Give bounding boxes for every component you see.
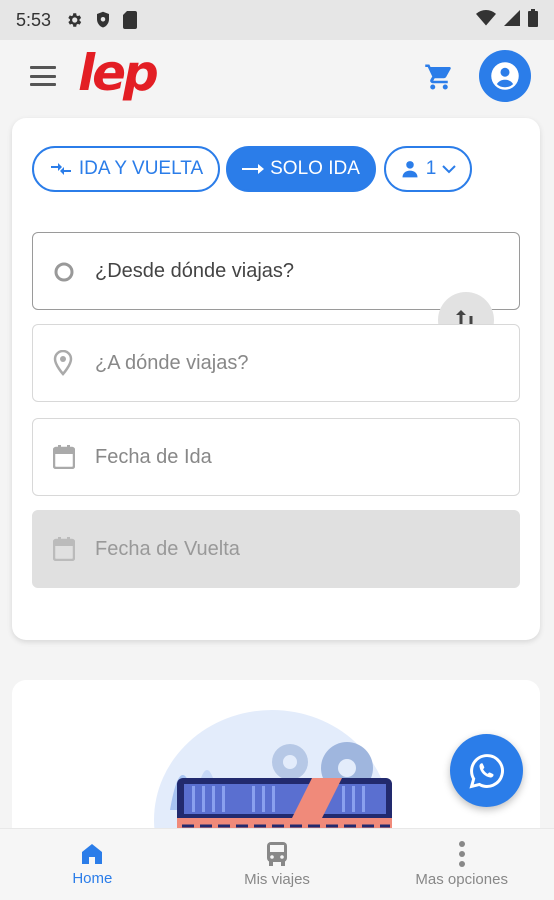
- radio-circle-icon: [53, 261, 75, 289]
- account-button[interactable]: [479, 50, 531, 102]
- origin-placeholder: ¿Desde dónde viajas?: [95, 259, 295, 282]
- nav-my-trips-label: Mis viajes: [244, 871, 310, 888]
- nav-home-label: Home: [72, 870, 113, 887]
- return-date-field: Fecha de Vuelta: [32, 510, 520, 588]
- departure-date-field[interactable]: Fecha de Ida: [32, 418, 520, 496]
- one-way-toggle[interactable]: SOLO IDA: [226, 146, 376, 192]
- passengers-count: 1: [425, 158, 437, 179]
- destination-field[interactable]: ¿A dónde viajas?: [32, 324, 520, 402]
- home-icon: [82, 844, 103, 864]
- nav-home[interactable]: Home: [0, 829, 185, 900]
- app-header: lep: [0, 40, 554, 116]
- swap-horizontal-icon: [50, 163, 71, 175]
- signal-icon: [504, 9, 520, 31]
- passengers-selector[interactable]: 1: [384, 146, 472, 192]
- nav-my-trips[interactable]: Mis viajes: [185, 829, 370, 900]
- bottom-navigation: Home Mis viajes Mas opciones: [0, 828, 554, 900]
- whatsapp-icon: [468, 753, 504, 789]
- person-icon: [402, 161, 418, 178]
- whatsapp-button[interactable]: [450, 734, 523, 807]
- calendar-icon: [52, 445, 76, 475]
- round-trip-label: IDA Y VUELTA: [78, 158, 204, 179]
- departure-date-placeholder: Fecha de Ida: [95, 445, 212, 468]
- lep-logo: lep: [78, 44, 159, 102]
- search-card: IDA Y VUELTA SOLO IDA 1 ¿Desde dónde via…: [12, 118, 540, 640]
- shield-icon: [95, 11, 111, 29]
- bus-icon: [267, 842, 287, 866]
- wifi-icon: [476, 9, 496, 31]
- destination-placeholder: ¿A dónde viajas?: [95, 351, 249, 374]
- arrow-right-icon: [242, 164, 265, 174]
- round-trip-toggle[interactable]: IDA Y VUELTA: [32, 146, 220, 192]
- location-pin-icon: [53, 349, 73, 382]
- status-time: 5:53: [16, 9, 52, 30]
- status-bar: 5:53: [0, 0, 554, 40]
- nav-more-options-label: Mas opciones: [415, 871, 508, 888]
- sim-card-icon: [123, 11, 138, 29]
- calendar-icon: [52, 537, 76, 567]
- return-date-placeholder: Fecha de Vuelta: [95, 537, 240, 560]
- menu-icon[interactable]: [30, 66, 56, 86]
- chevron-down-icon: [442, 165, 456, 174]
- more-vertical-icon: [458, 841, 465, 867]
- cart-icon[interactable]: [424, 62, 454, 97]
- battery-icon: [528, 8, 538, 32]
- account-circle-icon: [491, 62, 519, 90]
- one-way-label: SOLO IDA: [270, 158, 360, 179]
- nav-more-options[interactable]: Mas opciones: [369, 829, 554, 900]
- settings-icon: [65, 11, 83, 29]
